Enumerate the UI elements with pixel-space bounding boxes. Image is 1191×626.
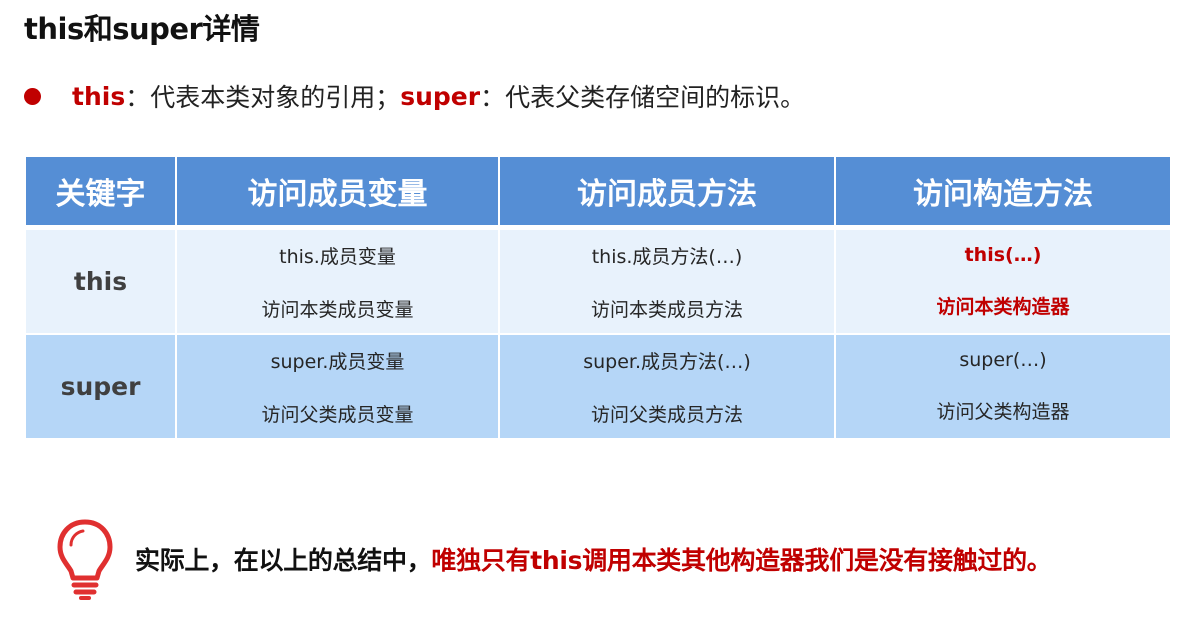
variable-cell: super.成员变量 访问父类成员变量 [175,333,500,440]
header-keyword: 关键字 [24,155,177,230]
method-desc: 访问父类成员方法 [590,403,743,426]
method-cell: super.成员方法(…) 访问父类成员方法 [498,333,836,440]
table-row-super: super super.成员变量 访问父类成员变量 super.成员方法(…) … [24,333,1172,440]
variable-code: super.成员变量 [270,350,405,373]
variable-desc: 访问父类成员变量 [261,403,414,426]
variable-desc: 访问本类成员变量 [261,298,414,321]
variable-cell: this.成员变量 访问本类成员变量 [175,226,500,335]
constructor-desc: 访问父类构造器 [936,401,1070,423]
table-row-this: this this.成员变量 访问本类成员变量 this.成员方法(…) 访问本… [24,226,1172,335]
variable-code: this.成员变量 [279,245,396,268]
this-keyword: this [72,81,126,111]
super-keyword: super [400,81,481,111]
header-access-constructor: 访问构造方法 [834,155,1172,230]
note-text-black: 实际上，在以上的总结中， [135,546,432,575]
note-text-red: 唯独只有this调用本类其他构造器我们是没有接触过的。 [431,546,1052,575]
bullet-dot-icon [24,87,41,105]
summary-note: 实际上，在以上的总结中，唯独只有this调用本类其他构造器我们是没有接触过的。 [55,518,1052,600]
header-access-variable: 访问成员变量 [175,155,500,230]
header-access-method: 访问成员方法 [498,155,836,230]
page-title: this和super详情 [24,12,260,46]
table-header-row: 关键字 访问成员变量 访问成员方法 访问构造方法 [24,155,1172,230]
keyword-comparison-table: 关键字 访问成员变量 访问成员方法 访问构造方法 this this.成员变量 … [24,155,1172,440]
row-keyword: this [24,226,177,335]
constructor-desc: 访问本类构造器 [936,296,1070,318]
definition-bullet: this ：代表本类对象的引用； super ：代表父类存储空间的标识。 [24,76,805,116]
constructor-cell: super(…) 访问父类构造器 [834,333,1172,440]
this-definition: ：代表本类对象的引用； [125,83,401,112]
row-keyword: super [24,333,177,440]
note-text: 实际上，在以上的总结中，唯独只有this调用本类其他构造器我们是没有接触过的。 [135,541,1052,577]
super-definition: ：代表父类存储空间的标识。 [480,83,806,112]
method-cell: this.成员方法(…) 访问本类成员方法 [498,226,836,335]
method-code: super.成员方法(…) [583,350,751,373]
lightbulb-icon [57,519,113,600]
constructor-code: super(…) [959,349,1047,371]
constructor-code: this(…) [964,244,1042,266]
constructor-cell: this(…) 访问本类构造器 [834,226,1172,335]
method-desc: 访问本类成员方法 [590,298,743,321]
method-code: this.成员方法(…) [591,245,743,268]
